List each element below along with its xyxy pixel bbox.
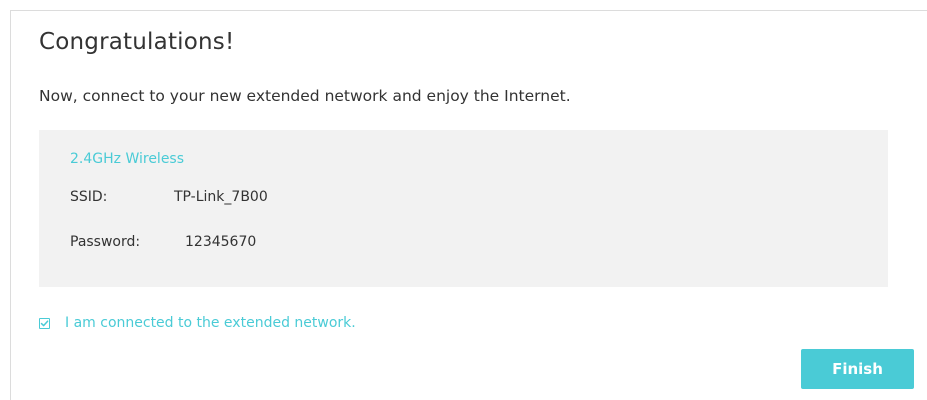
checkmark-icon — [40, 319, 49, 326]
password-value: 12345670 — [185, 234, 257, 250]
page-subtitle: Now, connect to your new extended networ… — [39, 87, 571, 105]
page-title: Congratulations! — [39, 29, 235, 55]
network-info-box: 2.4GHz Wireless SSID: TP-Link_7B00 Passw… — [39, 130, 888, 287]
connected-confirm-row[interactable]: I am connected to the extended network. — [39, 315, 356, 331]
setup-complete-panel: Congratulations! Now, connect to your ne… — [10, 10, 927, 400]
password-label: Password: — [70, 234, 141, 250]
connected-checkbox-label[interactable]: I am connected to the extended network. — [65, 315, 356, 331]
ssid-label: SSID: — [70, 189, 108, 205]
ssid-value: TP-Link_7B00 — [174, 189, 268, 205]
finish-button[interactable]: Finish — [801, 349, 914, 389]
band-label: 2.4GHz Wireless — [70, 151, 185, 167]
connected-checkbox[interactable] — [39, 317, 50, 329]
